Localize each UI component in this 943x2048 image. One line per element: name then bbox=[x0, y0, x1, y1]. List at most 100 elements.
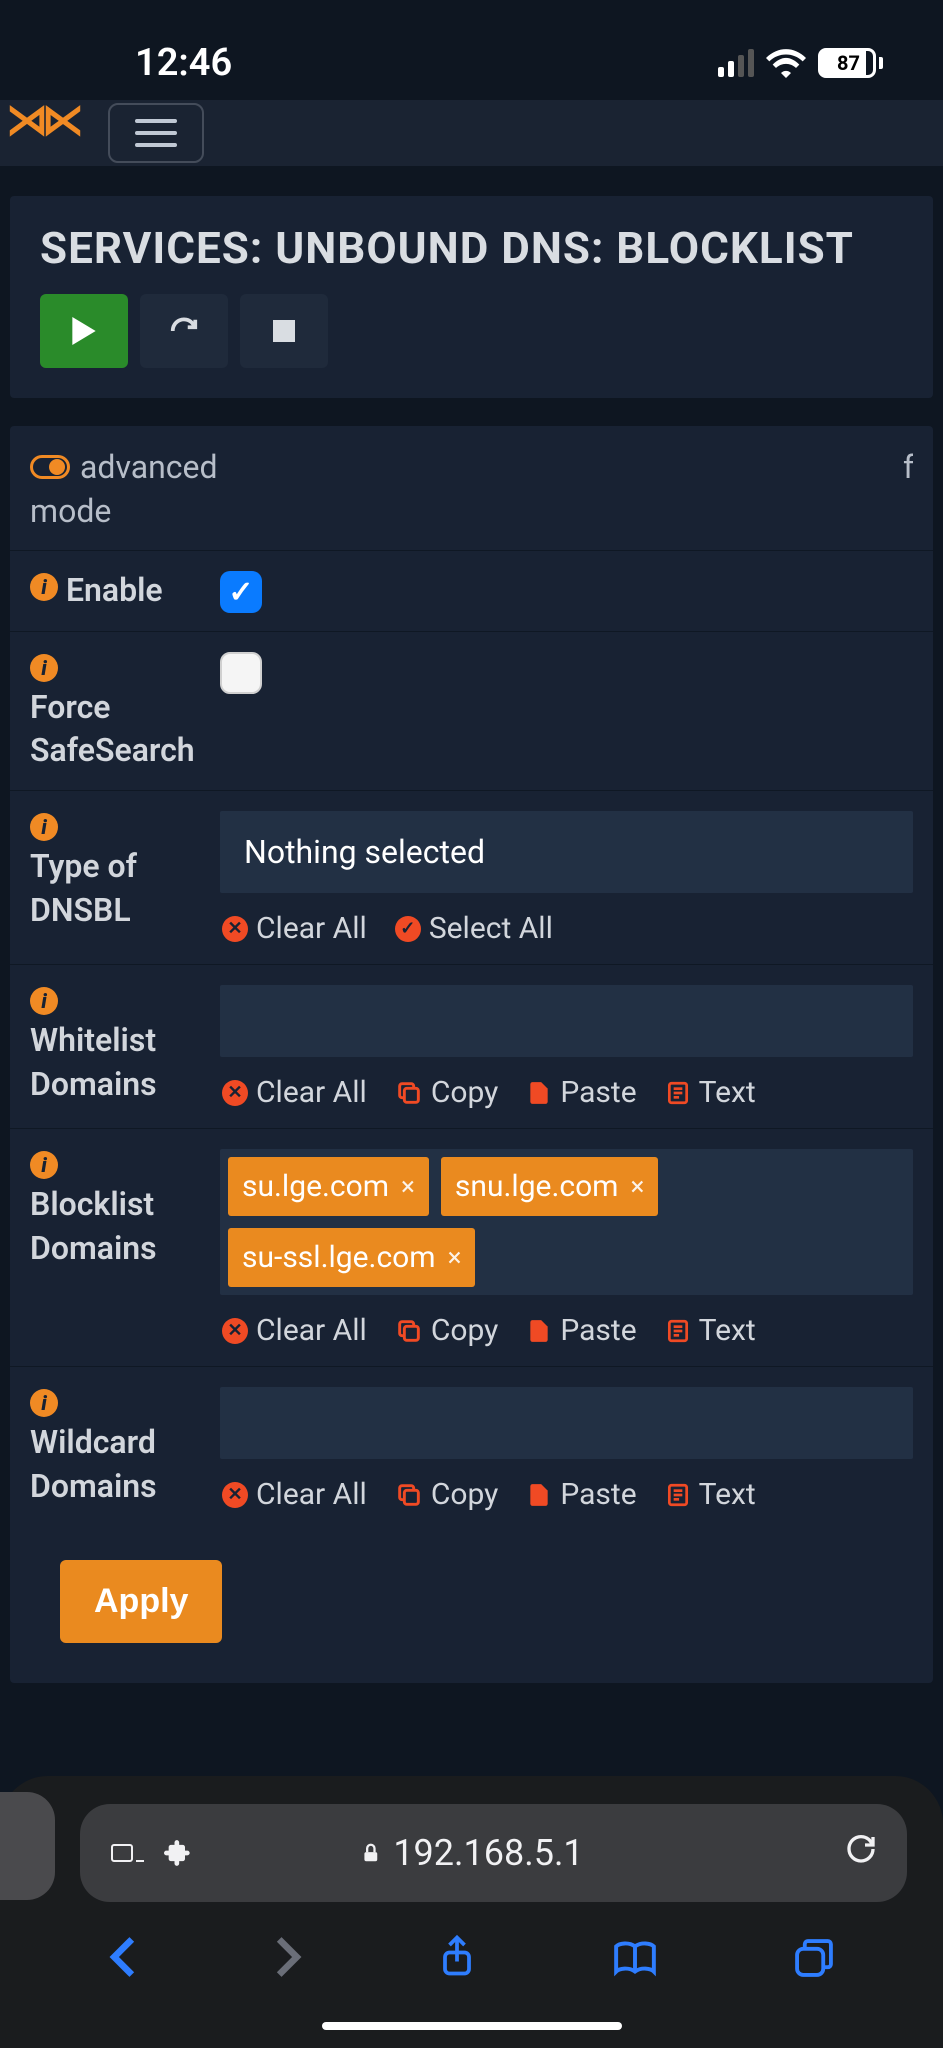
dnsbl-type-select[interactable]: Nothing selected bbox=[220, 811, 913, 893]
whitelist-input[interactable] bbox=[220, 985, 913, 1057]
remove-token-icon[interactable]: × bbox=[631, 1172, 645, 1202]
refresh-icon bbox=[169, 316, 199, 346]
wildcard-clear-all[interactable]: ✕ Clear All bbox=[222, 1477, 367, 1512]
row-wildcard: i Wildcard Domains ✕ Clear All Copy bbox=[10, 1366, 933, 1530]
tabs-button[interactable] bbox=[794, 1936, 834, 1990]
advanced-mode-row: advanced mode f bbox=[10, 426, 933, 550]
info-icon[interactable]: i bbox=[30, 813, 58, 841]
blocklist-copy[interactable]: Copy bbox=[395, 1313, 499, 1348]
paste-icon bbox=[526, 1316, 552, 1346]
stop-icon bbox=[273, 320, 295, 342]
url-text: 192.168.5.1 bbox=[393, 1832, 583, 1874]
info-icon[interactable]: i bbox=[30, 1151, 58, 1179]
text-label: Text bbox=[699, 1477, 756, 1512]
wildcard-text[interactable]: Text bbox=[665, 1477, 756, 1512]
clear-icon: ✕ bbox=[222, 916, 248, 942]
domain-token[interactable]: su.lge.com × bbox=[228, 1157, 429, 1216]
apply-button[interactable]: Apply bbox=[60, 1560, 222, 1643]
reload-icon[interactable] bbox=[845, 1833, 877, 1865]
address-bar[interactable]: 192.168.5.1 bbox=[80, 1804, 907, 1902]
paste-icon bbox=[526, 1480, 552, 1510]
wildcard-input[interactable] bbox=[220, 1387, 913, 1459]
battery-icon: 87 bbox=[818, 48, 883, 78]
clear-icon: ✕ bbox=[222, 1318, 248, 1344]
remove-token-icon[interactable]: × bbox=[448, 1243, 462, 1273]
tab-peek[interactable] bbox=[0, 1792, 55, 1900]
aa-icon[interactable] bbox=[110, 1838, 150, 1868]
blocklist-paste[interactable]: Paste bbox=[526, 1313, 636, 1348]
domain-token[interactable]: su-ssl.lge.com× bbox=[228, 1228, 475, 1287]
whitelist-paste[interactable]: Paste bbox=[526, 1075, 636, 1110]
row-whitelist: i Whitelist Domains ✕ Clear All Copy bbox=[10, 964, 933, 1128]
app-topbar: ⋊⋉ bbox=[0, 100, 943, 166]
service-start-button[interactable] bbox=[40, 294, 128, 368]
dnsbl-select-all[interactable]: ✓ Select All bbox=[395, 911, 553, 946]
whitelist-copy[interactable]: Copy bbox=[395, 1075, 499, 1110]
text-icon bbox=[665, 1480, 691, 1510]
paste-icon bbox=[526, 1078, 552, 1108]
wifi-icon bbox=[766, 48, 806, 78]
clear-all-label: Clear All bbox=[256, 1075, 367, 1110]
book-icon bbox=[613, 1940, 657, 1978]
chevron-left-icon bbox=[109, 1935, 137, 1979]
check-icon: ✓ bbox=[395, 916, 421, 942]
dnsbl-clear-all[interactable]: ✕ Clear All bbox=[222, 911, 367, 946]
copy-label: Copy bbox=[431, 1477, 499, 1512]
back-button[interactable] bbox=[109, 1935, 137, 1991]
clear-icon: ✕ bbox=[222, 1482, 248, 1508]
opnsense-logo-icon: ⋊⋉ bbox=[6, 108, 78, 133]
hamburger-menu-button[interactable] bbox=[108, 103, 204, 163]
copy-label: Copy bbox=[431, 1075, 499, 1110]
info-icon[interactable]: i bbox=[30, 654, 58, 682]
text-label: Text bbox=[699, 1075, 756, 1110]
header-card: SERVICES: UNBOUND DNS: BLOCKLIST bbox=[10, 196, 933, 398]
row-enable: i Enable bbox=[10, 550, 933, 631]
status-right: 87 bbox=[718, 48, 883, 78]
bookmarks-button[interactable] bbox=[613, 1936, 657, 1990]
safari-chrome: 192.168.5.1 bbox=[0, 1776, 943, 2048]
row-blocklist: i Blocklist Domains su.lge.com×snu.lge.c… bbox=[10, 1128, 933, 1366]
enable-checkbox[interactable] bbox=[220, 571, 262, 613]
domain-token-label: snu.lge.com bbox=[455, 1169, 619, 1204]
service-stop-button[interactable] bbox=[240, 294, 328, 368]
safesearch-checkbox[interactable] bbox=[220, 652, 262, 694]
extension-icon[interactable] bbox=[164, 1839, 192, 1867]
info-icon[interactable]: i bbox=[30, 987, 58, 1015]
advanced-mode-toggle[interactable] bbox=[30, 455, 70, 479]
wildcard-label: Wildcard Domains bbox=[30, 1421, 220, 1507]
text-label: Text bbox=[699, 1313, 756, 1348]
whitelist-label: Whitelist Domains bbox=[30, 1019, 220, 1105]
whitelist-text[interactable]: Text bbox=[665, 1075, 756, 1110]
clear-icon: ✕ bbox=[222, 1080, 248, 1106]
clear-all-label: Clear All bbox=[256, 911, 367, 946]
safesearch-label: Force SafeSearch bbox=[30, 686, 220, 772]
forward-button[interactable] bbox=[274, 1935, 302, 1991]
service-restart-button[interactable] bbox=[140, 294, 228, 368]
ios-status-bar: 12:46 87 bbox=[0, 0, 943, 100]
enable-label: Enable bbox=[66, 569, 163, 612]
home-indicator[interactable] bbox=[322, 2022, 622, 2030]
domain-token[interactable]: snu.lge.com × bbox=[441, 1157, 658, 1216]
whitelist-clear-all[interactable]: ✕ Clear All bbox=[222, 1075, 367, 1110]
blocklist-clear-all[interactable]: ✕ Clear All bbox=[222, 1313, 367, 1348]
blocklist-input[interactable]: su.lge.com×snu.lge.com×su-ssl.lge.com× bbox=[220, 1149, 913, 1295]
row-safesearch: i Force SafeSearch bbox=[10, 631, 933, 790]
blocklist-text[interactable]: Text bbox=[665, 1313, 756, 1348]
paste-label: Paste bbox=[560, 1313, 636, 1348]
advanced-mode-label-2: mode bbox=[30, 492, 218, 530]
advanced-mode-label-1: advanced bbox=[80, 448, 218, 486]
info-icon[interactable]: i bbox=[30, 1389, 58, 1417]
wildcard-paste[interactable]: Paste bbox=[526, 1477, 636, 1512]
lock-icon bbox=[359, 1840, 381, 1866]
select-all-label: Select All bbox=[429, 911, 553, 946]
fullhelp-cut: f bbox=[903, 448, 913, 486]
info-icon[interactable]: i bbox=[30, 573, 58, 601]
share-button[interactable] bbox=[439, 1934, 475, 1992]
chevron-right-icon bbox=[274, 1935, 302, 1979]
wildcard-copy[interactable]: Copy bbox=[395, 1477, 499, 1512]
remove-token-icon[interactable]: × bbox=[401, 1172, 415, 1202]
row-dnsbl-type: i Type of DNSBL Nothing selected ✕ Clear… bbox=[10, 790, 933, 964]
domain-token-label: su.lge.com bbox=[242, 1169, 389, 1204]
tabs-icon bbox=[794, 1938, 834, 1978]
paste-label: Paste bbox=[560, 1477, 636, 1512]
